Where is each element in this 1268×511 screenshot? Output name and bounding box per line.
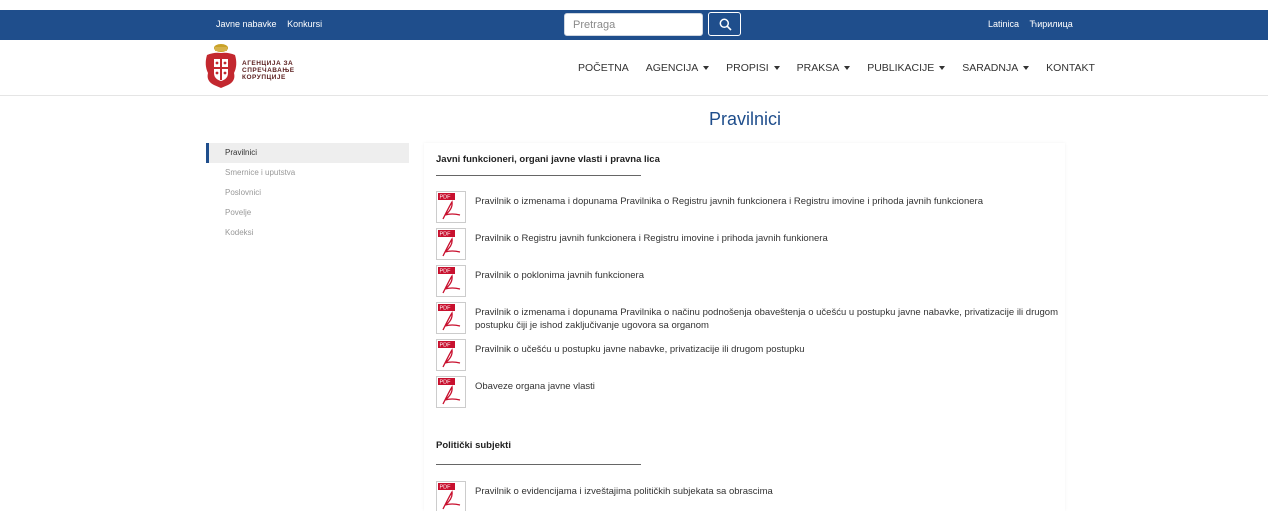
svg-text:PDF: PDF <box>440 232 452 238</box>
caret-down-icon <box>703 66 710 71</box>
search-icon <box>719 18 732 31</box>
svg-text:PDF: PDF <box>440 195 452 201</box>
search-input[interactable] <box>565 14 702 35</box>
search-button[interactable] <box>708 12 741 36</box>
svg-text:PDF: PDF <box>440 485 452 491</box>
section-divider <box>436 175 641 176</box>
link-konkursi[interactable]: Konkursi <box>287 19 322 29</box>
language-switcher: Latinica Ћирилица <box>988 19 1081 29</box>
document-link[interactable]: PDF Pravilnik o Registru javnih funkcion… <box>436 228 1056 260</box>
main-nav: POČETNA AGENCIJA PROPISI PRAKSA PUBLIKAC… <box>578 62 1109 74</box>
document-title: Pravilnik o poklonima javnih funkcionera <box>475 270 644 281</box>
section-title: Politički subjekti <box>436 440 511 451</box>
search-box <box>564 13 703 36</box>
document-link[interactable]: PDF Pravilnik o izmenama i dopunama Prav… <box>436 302 1058 336</box>
caret-down-icon <box>773 66 780 71</box>
pdf-icon: PDF <box>436 302 466 334</box>
top-bar: Javne nabavke Konkursi Latinica Ћирилица <box>0 10 1268 40</box>
document-title: Pravilnik o učešću u postupku javne naba… <box>475 344 805 355</box>
section-title: Javni funkcioneri, organi javne vlasti i… <box>436 154 660 165</box>
caret-down-icon <box>939 66 946 71</box>
nav-publikacije[interactable]: PUBLIKACIJE <box>867 62 946 74</box>
document-link[interactable]: PDF Pravilnik o poklonima javnih funkcio… <box>436 265 1056 297</box>
pdf-icon: PDF <box>436 376 466 408</box>
sidebar: Pravilnici Smernice i uputstva Poslovnic… <box>206 143 409 243</box>
content-panel: Javni funkcioneri, organi javne vlasti i… <box>424 143 1065 511</box>
page-title: Pravilnici <box>708 109 782 129</box>
document-title: Pravilnik o Registru javnih funkcionera … <box>475 233 828 244</box>
pdf-icon: PDF <box>436 481 466 511</box>
caret-down-icon <box>1023 66 1030 71</box>
nav-pocetna[interactable]: POČETNA <box>578 62 629 74</box>
link-javne-nabavke[interactable]: Javne nabavke <box>216 19 277 29</box>
nav-saradnja[interactable]: SARADNJA <box>962 62 1030 74</box>
nav-agencija[interactable]: AGENCIJA <box>646 62 710 74</box>
lang-latinica[interactable]: Latinica <box>988 19 1019 29</box>
sidebar-item-pravilnici[interactable]: Pravilnici <box>206 143 409 163</box>
logo-text: АГЕНЦИЈА ЗА СПРЕЧАВАЊЕ КОРУПЦИЈЕ <box>242 60 295 81</box>
section-divider <box>436 464 641 465</box>
nav-propisi[interactable]: PROPISI <box>726 62 780 74</box>
top-links: Javne nabavke Konkursi <box>216 19 330 29</box>
document-title: Pravilnik o izmenama i dopunama Pravilni… <box>475 307 1059 331</box>
pdf-icon: PDF <box>436 265 466 297</box>
nav-kontakt[interactable]: KONTAKT <box>1046 62 1095 74</box>
document-link[interactable]: PDF Pravilnik o evidencijama i izveštaji… <box>436 481 1056 511</box>
site-header: АГЕНЦИЈА ЗА СПРЕЧАВАЊЕ КОРУПЦИЈЕ POČETNA… <box>0 40 1268 96</box>
svg-text:PDF: PDF <box>440 343 452 349</box>
caret-down-icon <box>844 66 851 71</box>
svg-text:PDF: PDF <box>440 306 452 312</box>
pdf-icon: PDF <box>436 191 466 223</box>
sidebar-item-kodeksi[interactable]: Kodeksi <box>206 223 409 243</box>
lang-cirilica[interactable]: Ћирилица <box>1030 19 1073 29</box>
sidebar-item-povelje[interactable]: Povelje <box>206 203 409 223</box>
document-title: Pravilnik o evidencijama i izveštajima p… <box>475 486 773 497</box>
nav-praksa[interactable]: PRAKSA <box>797 62 851 74</box>
pdf-icon: PDF <box>436 339 466 371</box>
document-link[interactable]: PDF Obaveze organa javne vlasti <box>436 376 1056 408</box>
svg-text:PDF: PDF <box>440 380 452 386</box>
document-link[interactable]: PDF Pravilnik o izmenama i dopunama Prav… <box>436 191 1056 223</box>
pdf-icon: PDF <box>436 228 466 260</box>
document-link[interactable]: PDF Pravilnik o učešću u postupku javne … <box>436 339 1056 371</box>
document-title: Obaveze organa javne vlasti <box>475 381 595 392</box>
svg-text:PDF: PDF <box>440 269 452 275</box>
sidebar-item-smernice[interactable]: Smernice i uputstva <box>206 163 409 183</box>
coat-of-arms-icon <box>205 44 237 88</box>
sidebar-item-poslovnici[interactable]: Poslovnici <box>206 183 409 203</box>
agency-logo[interactable]: АГЕНЦИЈА ЗА СПРЕЧАВАЊЕ КОРУПЦИЈЕ <box>204 43 324 91</box>
document-title: Pravilnik o izmenama i dopunama Pravilni… <box>475 196 983 207</box>
